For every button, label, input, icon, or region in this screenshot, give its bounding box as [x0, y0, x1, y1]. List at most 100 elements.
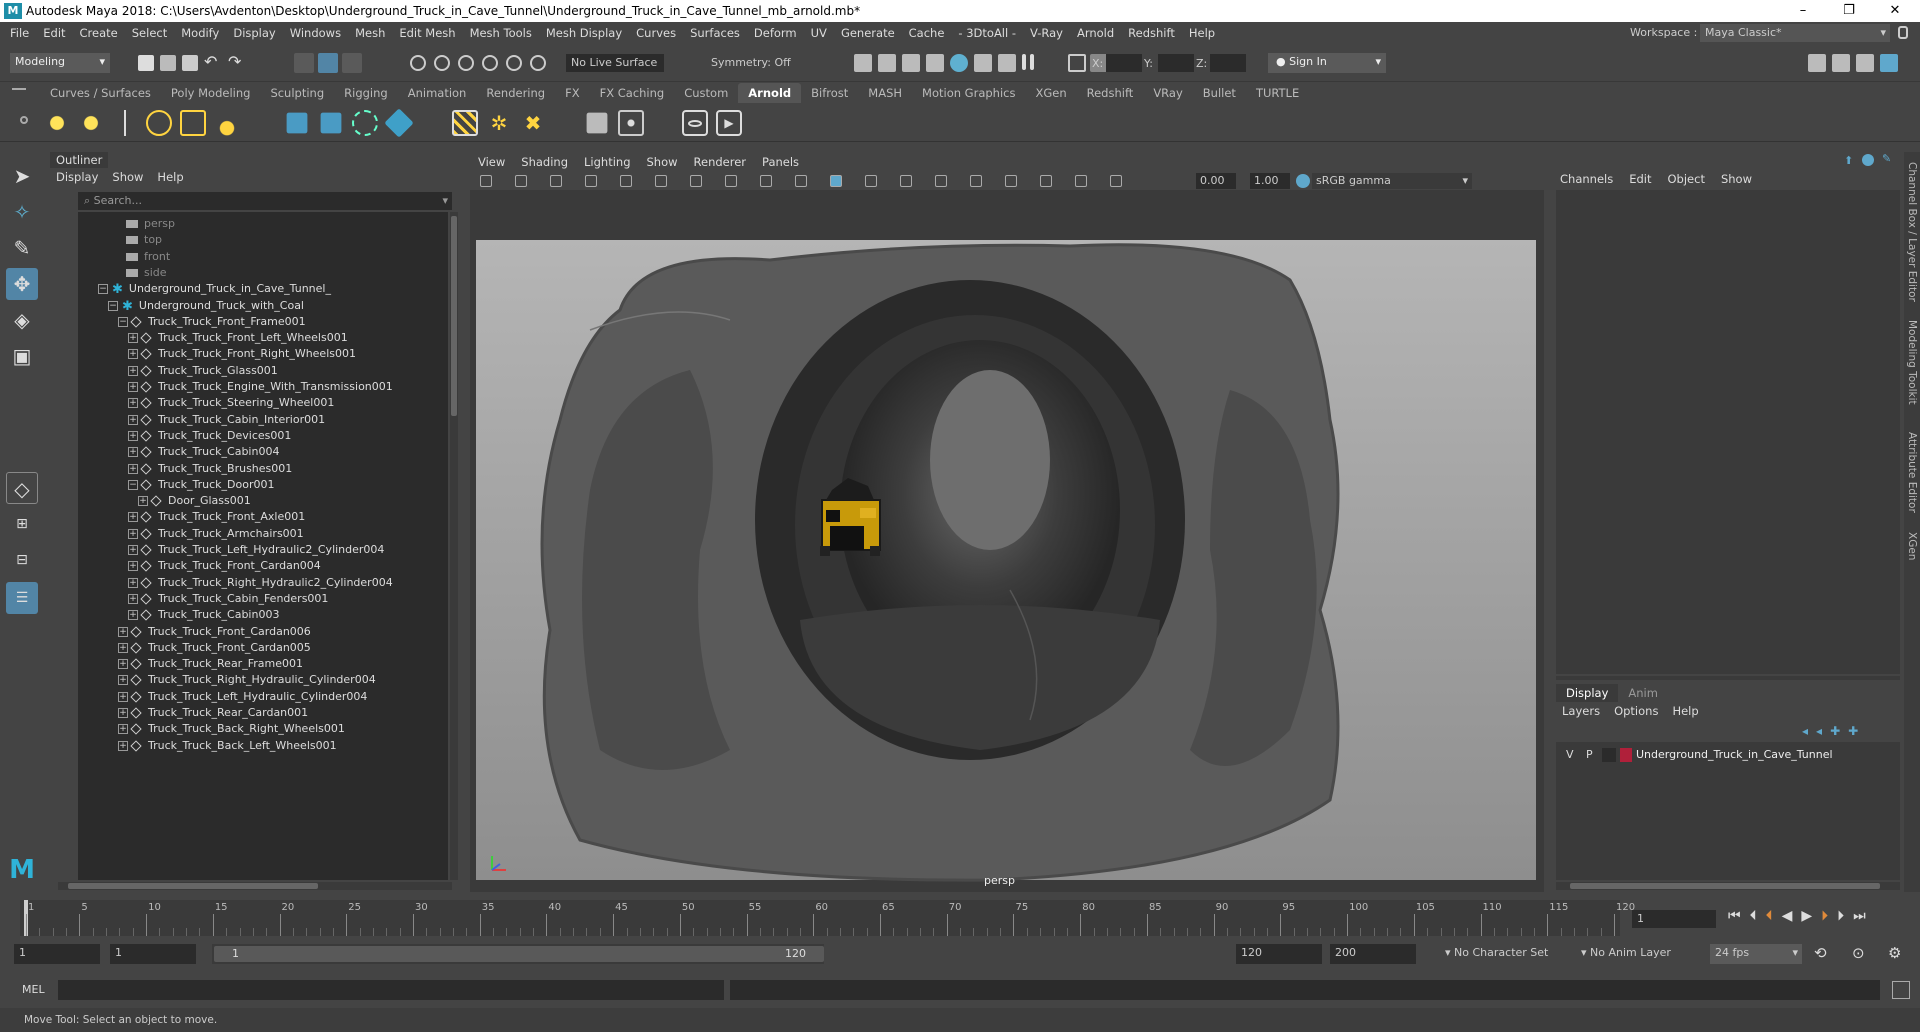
shelf-tab[interactable]: Bullet	[1193, 83, 1246, 103]
render-view-icon[interactable]	[974, 54, 992, 72]
pin-icon[interactable]: ⬆	[1844, 154, 1856, 167]
viewport-menu-item[interactable]: View	[478, 155, 505, 169]
y-coordinate-input[interactable]	[1158, 54, 1194, 72]
shelf-tab[interactable]: FX Caching	[590, 83, 675, 103]
layer-type-toggle[interactable]	[1602, 748, 1616, 762]
mesh-light-icon[interactable]	[78, 110, 104, 136]
single-view-icon[interactable]: ◇	[6, 472, 38, 504]
modeling-toolkit-icon[interactable]	[1808, 54, 1826, 72]
expand-toggle[interactable]: −	[108, 300, 118, 311]
pause-icon-bar[interactable]	[1030, 54, 1034, 70]
layer-hscrollbar-thumb[interactable]	[1570, 883, 1880, 889]
auto-key-icon[interactable]: ⊙	[1852, 944, 1865, 962]
outliner-scrollbar[interactable]	[450, 212, 458, 880]
area-light-icon[interactable]	[44, 110, 70, 136]
menu-item[interactable]: Mesh Display	[539, 26, 629, 40]
symmetry-dropdown[interactable]: Symmetry: Off	[706, 54, 802, 72]
layer-row[interactable]: V P Underground_Truck_in_Cave_Tunnel	[1556, 746, 1900, 764]
select-hierarchy-icon[interactable]	[294, 53, 314, 73]
resolution-gate-icon[interactable]	[620, 175, 632, 187]
outliner-hscrollbar[interactable]	[58, 882, 452, 890]
channel-box-menu-item[interactable]: Edit	[1629, 172, 1651, 186]
close-button[interactable]: ✕	[1872, 0, 1918, 22]
layer-menu-item[interactable]: Layers	[1562, 704, 1600, 718]
viewport-menu-item[interactable]: Show	[647, 155, 678, 169]
expand-toggle[interactable]: +	[128, 545, 138, 555]
channel-box-menu-item[interactable]: Show	[1721, 172, 1752, 186]
step-forward-frame-icon[interactable]: ⏵	[1821, 908, 1828, 924]
mel-input[interactable]	[58, 980, 724, 1000]
render-sequence-icon[interactable]	[878, 54, 896, 72]
render-settings-icon[interactable]	[926, 54, 944, 72]
fps-dropdown[interactable]: 24 fps ▾	[1710, 944, 1802, 964]
render-play-icon[interactable]: ▶	[716, 110, 742, 136]
menu-item[interactable]: Help	[1182, 26, 1222, 40]
shelf-settings-icon[interactable]	[20, 116, 28, 124]
redo-icon[interactable]: ↷	[228, 52, 241, 71]
expand-toggle[interactable]: −	[98, 284, 108, 295]
render-view-eye-icon[interactable]	[682, 110, 708, 136]
select-tool-icon[interactable]: ➤	[6, 160, 38, 192]
play-backwards-icon[interactable]: ◀	[1782, 908, 1793, 924]
menu-item[interactable]: Surfaces	[683, 26, 747, 40]
light-portal-icon[interactable]	[180, 110, 206, 136]
rotate-tool-icon[interactable]: ◈	[6, 304, 38, 336]
expand-toggle[interactable]: +	[128, 333, 138, 344]
lock-camera-icon[interactable]	[515, 175, 527, 187]
expand-toggle[interactable]: +	[128, 528, 138, 539]
export-standin-icon[interactable]	[320, 112, 342, 134]
expand-toggle[interactable]: +	[128, 561, 138, 572]
viewport-menu-item[interactable]: Shading	[521, 155, 568, 169]
menu-item[interactable]: Mesh Tools	[463, 26, 539, 40]
edit-icon[interactable]: ✎	[1882, 152, 1891, 165]
field-chart-icon[interactable]	[690, 175, 702, 187]
expand-toggle[interactable]: +	[118, 626, 128, 637]
move-layer-up-icon[interactable]: ◂	[1802, 724, 1808, 738]
layer-tab[interactable]: Anim	[1618, 684, 1668, 702]
safe-action-icon[interactable]	[725, 175, 737, 187]
expand-toggle[interactable]: +	[118, 740, 128, 751]
script-editor-icon[interactable]	[1892, 981, 1910, 999]
expand-toggle[interactable]: +	[128, 577, 138, 588]
menu-item[interactable]: Deform	[747, 26, 804, 40]
perspective-viewport[interactable]: persp	[470, 190, 1544, 892]
save-scene-icon[interactable]	[182, 55, 198, 71]
expand-toggle[interactable]: +	[128, 610, 138, 621]
menu-item[interactable]: Redshift	[1121, 26, 1182, 40]
shelf-tab[interactable]: VRay	[1143, 83, 1192, 103]
playback-end-input[interactable]: 120	[1236, 944, 1322, 964]
arnold-render-icon[interactable]	[998, 54, 1016, 72]
smooth-shade-icon[interactable]	[830, 175, 842, 187]
ambient-occlusion-icon[interactable]	[970, 175, 982, 187]
outliner-menu-item[interactable]: Help	[157, 170, 183, 184]
flush-cache-icon[interactable]	[452, 110, 478, 136]
viewport-menu-item[interactable]: Renderer	[694, 155, 747, 169]
step-forward-key-icon[interactable]: ⏵	[1837, 908, 1844, 924]
scrollbar-thumb[interactable]	[451, 216, 457, 416]
go-to-start-icon[interactable]: ⏮	[1728, 908, 1741, 924]
layer-visibility-toggle[interactable]: V	[1566, 748, 1574, 761]
expand-toggle[interactable]: +	[128, 382, 138, 392]
shelf-tab[interactable]: Arnold	[738, 83, 802, 103]
snap-curve-icon[interactable]	[434, 55, 450, 71]
channel-box-menu-item[interactable]: Channels	[1560, 172, 1613, 186]
wireframe-icon[interactable]	[795, 175, 807, 187]
shelf-tab[interactable]: Curves / Surfaces	[40, 83, 161, 103]
aa-icon[interactable]	[1110, 175, 1122, 187]
expand-toggle[interactable]: +	[118, 691, 128, 702]
shelf-tab[interactable]: TURTLE	[1246, 83, 1309, 103]
undo-icon[interactable]: ↶	[204, 52, 217, 71]
side-tab-attribute-editor[interactable]: Attribute Editor	[1906, 432, 1918, 513]
side-tab-channel-box[interactable]: Channel Box / Layer Editor	[1906, 162, 1918, 302]
shelf-tab[interactable]: XGen	[1025, 83, 1076, 103]
menu-item[interactable]: - 3DtoAll -	[951, 26, 1023, 40]
go-to-end-icon[interactable]: ⏭	[1853, 908, 1866, 924]
new-scene-icon[interactable]	[138, 55, 154, 71]
x-coordinate-input[interactable]	[1106, 54, 1142, 72]
outliner-menu-item[interactable]: Display	[56, 170, 98, 184]
expand-toggle[interactable]: +	[118, 642, 128, 653]
animation-end-input[interactable]: 200	[1330, 944, 1416, 964]
photometric-light-icon[interactable]	[112, 110, 138, 136]
menu-item[interactable]: Mesh	[348, 26, 392, 40]
texture-manager-icon[interactable]: ✲	[486, 110, 512, 136]
